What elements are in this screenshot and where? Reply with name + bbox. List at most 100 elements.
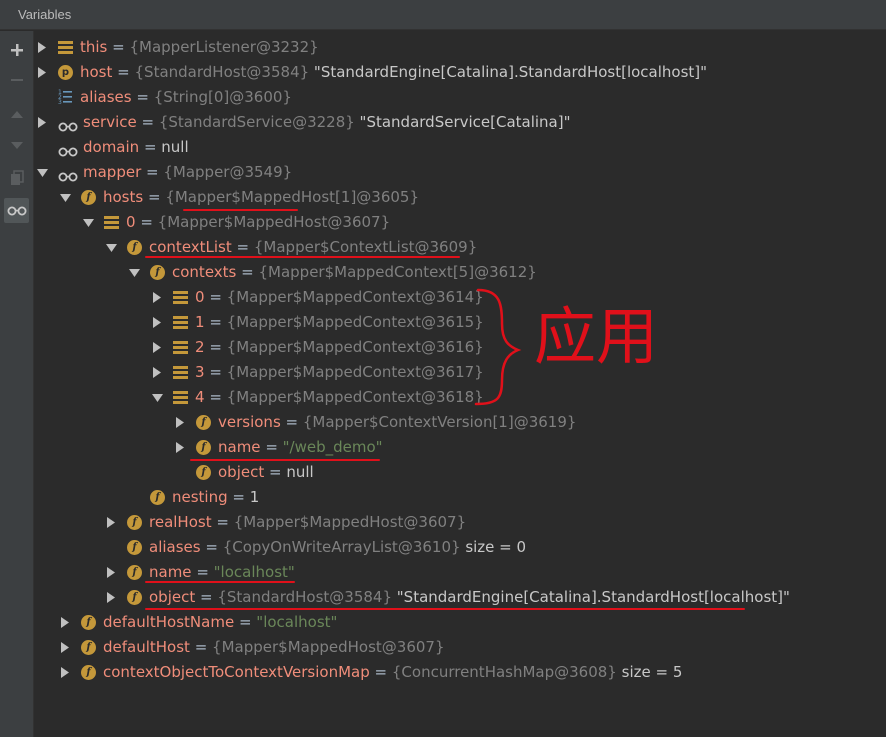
equals-sign: = bbox=[204, 338, 227, 356]
variable-type: {Mapper$MappedContext[5]@3612} bbox=[258, 263, 537, 281]
variable-type: {StandardService@3228} bbox=[158, 113, 355, 131]
expand-arrow-icon[interactable] bbox=[151, 335, 163, 360]
annotation-underline bbox=[145, 256, 460, 258]
tree-row[interactable]: 2 = {Mapper$MappedContext@3616} bbox=[34, 335, 886, 360]
variable-name: contextObjectToContextVersionMap bbox=[103, 663, 370, 681]
equals-sign: = bbox=[204, 313, 227, 331]
expand-arrow-icon[interactable] bbox=[36, 35, 48, 60]
tree-row[interactable]: 4 = {Mapper$MappedContext@3618} bbox=[34, 385, 886, 410]
collapse-arrow-icon[interactable] bbox=[128, 260, 140, 285]
variable-name: mapper bbox=[83, 163, 142, 181]
tree-row[interactable]: f contextObjectToContextVersionMap = {Con… bbox=[34, 660, 886, 685]
variable-type: {Mapper$MappedContext@3618} bbox=[226, 388, 484, 406]
tree-row[interactable]: service = {StandardService@3228} "Standa… bbox=[34, 110, 886, 135]
array-icon bbox=[173, 390, 188, 405]
tree-row-text: defaultHostName = "localhost" bbox=[103, 610, 337, 635]
annotation-underline bbox=[183, 209, 298, 211]
expand-arrow-icon[interactable] bbox=[151, 360, 163, 385]
watches-icon[interactable] bbox=[4, 198, 29, 223]
variable-type: {String[0]@3600} bbox=[153, 88, 292, 106]
expand-arrow-icon[interactable] bbox=[59, 635, 71, 660]
variable-name: object bbox=[149, 588, 196, 606]
tree-row[interactable]: f versions = {Mapper$ContextVersion[1]@36… bbox=[34, 410, 886, 435]
variable-value: null bbox=[286, 463, 314, 481]
watch-icon bbox=[58, 166, 78, 182]
field-icon: f bbox=[127, 540, 142, 555]
tree-row[interactable]: f hosts = {Mapper$MappedHost[1]@3605} bbox=[34, 185, 886, 210]
field-icon: f bbox=[150, 490, 165, 505]
tree-row[interactable]: f realHost = {Mapper$MappedHost@3607} bbox=[34, 510, 886, 535]
tree-row-text: realHost = {Mapper$MappedHost@3607} bbox=[149, 510, 466, 535]
tree-row[interactable]: f aliases = {CopyOnWriteArrayList@3610} s… bbox=[34, 535, 886, 560]
collapse-arrow-icon[interactable] bbox=[59, 185, 71, 210]
down-icon[interactable] bbox=[4, 133, 29, 158]
expand-arrow-icon[interactable] bbox=[105, 510, 117, 535]
tree-row[interactable]: f defaultHost = {Mapper$MappedHost@3607} bbox=[34, 635, 886, 660]
field-icon: f bbox=[196, 440, 211, 455]
tree-row[interactable]: p host = {StandardHost@3584} "StandardEng… bbox=[34, 60, 886, 85]
expand-arrow-icon[interactable] bbox=[174, 410, 186, 435]
expand-arrow-icon[interactable] bbox=[59, 610, 71, 635]
list-icon: 123 bbox=[58, 89, 73, 106]
tree-row-text: aliases = {CopyOnWriteArrayList@3610} si… bbox=[149, 535, 526, 560]
tree-row-text: object = null bbox=[218, 460, 314, 485]
tree-row[interactable]: f object = {StandardHost@3584} "StandardE… bbox=[34, 585, 886, 610]
variable-name: 2 bbox=[195, 338, 205, 356]
collapse-arrow-icon[interactable] bbox=[151, 385, 163, 410]
variable-type: {StandardHost@3584} bbox=[134, 63, 310, 81]
tree-row[interactable]: 1 = {Mapper$MappedContext@3615} bbox=[34, 310, 886, 335]
variable-value: "StandardService[Catalina]" bbox=[354, 113, 571, 131]
field-icon: f bbox=[81, 615, 96, 630]
collapse-arrow-icon[interactable] bbox=[105, 235, 117, 260]
tree-row-text: 4 = {Mapper$MappedContext@3618} bbox=[195, 385, 484, 410]
expand-arrow-icon[interactable] bbox=[59, 660, 71, 685]
tree-row[interactable]: mapper = {Mapper@3549} bbox=[34, 160, 886, 185]
tree-row-text: this = {MapperListener@3232} bbox=[80, 35, 319, 60]
expand-arrow-icon[interactable] bbox=[151, 285, 163, 310]
tree-row[interactable]: f contexts = {Mapper$MappedContext[5]@361… bbox=[34, 260, 886, 285]
variable-value: "localhost" bbox=[256, 613, 338, 631]
tree-row[interactable]: f nesting = 1 bbox=[34, 485, 886, 510]
tree-row[interactable]: 0 = {Mapper$MappedContext@3614} bbox=[34, 285, 886, 310]
equals-sign: = bbox=[227, 488, 250, 506]
plus-icon[interactable] bbox=[4, 37, 29, 62]
collapse-arrow-icon[interactable] bbox=[36, 160, 48, 185]
tree-row[interactable]: 3 = {Mapper$MappedContext@3617} bbox=[34, 360, 886, 385]
up-icon[interactable] bbox=[4, 101, 29, 126]
annotation-underline bbox=[190, 459, 380, 461]
tree-row[interactable]: f defaultHostName = "localhost" bbox=[34, 610, 886, 635]
minus-icon[interactable] bbox=[4, 67, 29, 92]
tree-row[interactable]: domain = null bbox=[34, 135, 886, 160]
variable-type: {Mapper$MappedHost@3607} bbox=[233, 513, 467, 531]
collapse-arrow-icon[interactable] bbox=[82, 210, 94, 235]
variable-name: 3 bbox=[195, 363, 205, 381]
variable-type: {Mapper$MappedContext@3614} bbox=[226, 288, 484, 306]
tree-row[interactable]: 1 2 3 aliases = {String[0]@3600} bbox=[34, 85, 886, 110]
panel-title: Variables bbox=[18, 7, 72, 22]
watch-icon bbox=[58, 116, 78, 132]
variable-type: {Mapper@3549} bbox=[163, 163, 293, 181]
tree-row[interactable]: f name = "/web_demo" bbox=[34, 435, 886, 460]
variable-name: realHost bbox=[149, 513, 212, 531]
tree-row-text: 0 = {Mapper$MappedContext@3614} bbox=[195, 285, 484, 310]
debugger-toolbar bbox=[0, 31, 34, 737]
expand-arrow-icon[interactable] bbox=[36, 60, 48, 85]
expand-arrow-icon[interactable] bbox=[174, 435, 186, 460]
variable-type: {CopyOnWriteArrayList@3610} bbox=[222, 538, 461, 556]
expand-arrow-icon[interactable] bbox=[105, 585, 117, 610]
expand-arrow-icon[interactable] bbox=[36, 110, 48, 135]
expand-arrow-icon[interactable] bbox=[105, 560, 117, 585]
tree-row[interactable]: 0 = {Mapper$MappedHost@3607} bbox=[34, 210, 886, 235]
variable-type: {ConcurrentHashMap@3608} bbox=[391, 663, 617, 681]
tree-row-text: contexts = {Mapper$MappedContext[5]@3612… bbox=[172, 260, 537, 285]
tree-row[interactable]: f object = null bbox=[34, 460, 886, 485]
tree-row[interactable]: this = {MapperListener@3232} bbox=[34, 35, 886, 60]
copy-icon[interactable] bbox=[4, 165, 29, 190]
variable-name: domain bbox=[83, 138, 140, 156]
annotation-underline bbox=[145, 581, 295, 583]
variable-value: "localhost" bbox=[213, 563, 295, 581]
expand-arrow-icon[interactable] bbox=[151, 310, 163, 335]
equals-sign: = bbox=[234, 613, 257, 631]
variable-name: service bbox=[83, 113, 137, 131]
variable-name: hosts bbox=[103, 188, 144, 206]
